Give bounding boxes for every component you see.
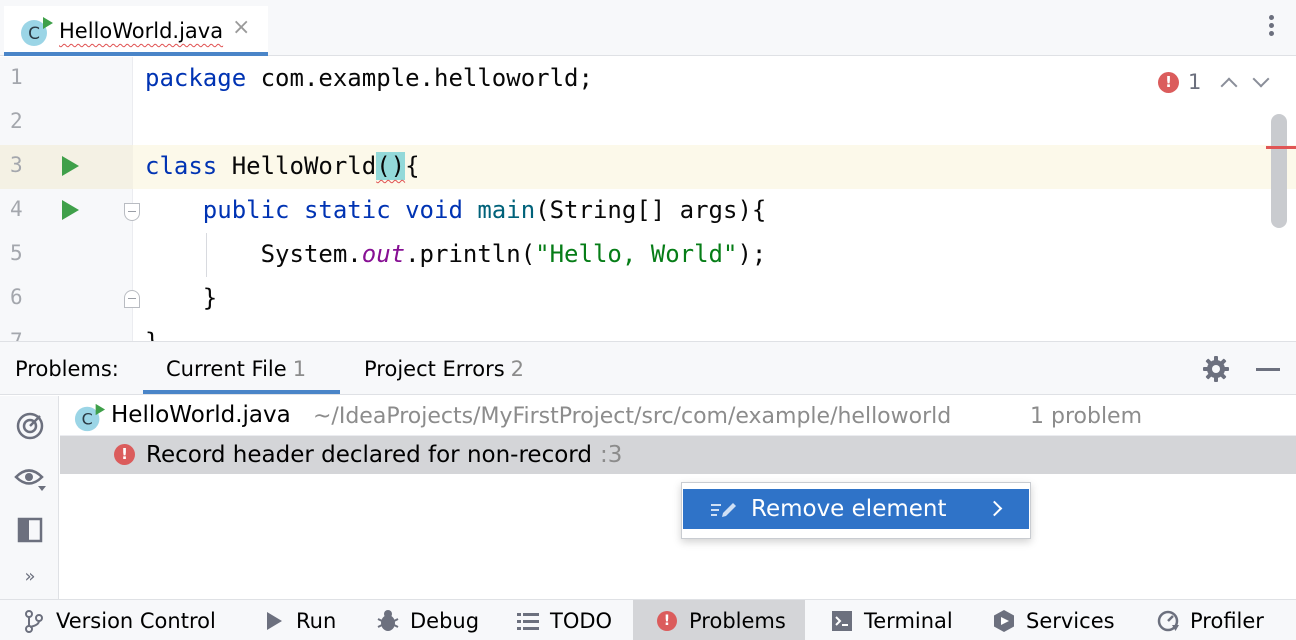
- java-class-icon: C: [20, 15, 54, 53]
- run-gutter-icon[interactable]: [62, 200, 79, 220]
- tool-window-bar: Version Control Run Debug TODO ! Problem…: [0, 599, 1296, 640]
- autoscroll-target-icon[interactable]: [14, 410, 46, 442]
- line-number: 2: [10, 109, 23, 133]
- profiler-button[interactable]: Profiler: [1156, 600, 1264, 640]
- branch-icon: [22, 609, 46, 633]
- terminal-button[interactable]: Terminal: [830, 600, 953, 640]
- code-line-3: class HelloWorld(){: [145, 152, 420, 180]
- problems-side-toolbar: »: [0, 396, 59, 599]
- chevron-down-icon[interactable]: [1252, 70, 1270, 88]
- line-number: 3: [10, 153, 23, 177]
- remove-element-action[interactable]: Remove element: [683, 489, 1029, 529]
- chevron-up-icon[interactable]: [1220, 77, 1238, 95]
- line-number: 1: [10, 65, 23, 89]
- fold-icon[interactable]: [124, 203, 140, 221]
- code-editor[interactable]: 1 2 3 4 5 6 7 package com.example.hellow…: [0, 57, 1296, 341]
- error-icon: !: [655, 609, 679, 633]
- problem-file-row[interactable]: C HelloWorld.java ~/IdeaProjects/MyFirst…: [60, 396, 1296, 436]
- eye-icon[interactable]: [14, 462, 46, 494]
- tab-current-file[interactable]: Current File 1: [166, 357, 306, 381]
- minimize-icon[interactable]: [1256, 368, 1280, 371]
- editor-tab-bar: C HelloWorld.java ×: [0, 0, 1296, 56]
- fold-icon[interactable]: [124, 290, 140, 308]
- play-icon: [262, 609, 286, 633]
- editor-scrollbar[interactable]: [1271, 114, 1287, 228]
- edit-pencil-icon: [711, 501, 737, 519]
- version-control-button[interactable]: Version Control: [22, 600, 216, 640]
- services-button[interactable]: Services: [992, 600, 1115, 640]
- list-icon: [516, 609, 540, 633]
- error-icon: !: [1158, 71, 1179, 93]
- line-number: 6: [10, 285, 23, 309]
- gauge-icon: [1156, 609, 1180, 633]
- double-chevron-right-icon[interactable]: »: [14, 566, 46, 598]
- active-tab-indicator: [143, 390, 340, 394]
- code-line-5: System.out.println("Hello, World");: [260, 240, 767, 268]
- line-number: 5: [10, 241, 23, 265]
- problem-count: 1 problem: [1030, 404, 1143, 429]
- editor-tab-title: HelloWorld.java: [59, 19, 224, 43]
- tab-project-errors[interactable]: Project Errors 2: [364, 357, 524, 381]
- services-icon: [992, 609, 1016, 633]
- error-count: 1: [1188, 70, 1202, 94]
- todo-button[interactable]: TODO: [516, 600, 612, 640]
- code-line-7: }: [145, 328, 159, 341]
- inspection-widget[interactable]: ! 1: [1158, 69, 1270, 95]
- code-line-6: }: [145, 284, 218, 312]
- problem-message: Record header declared for non-record:3: [146, 442, 623, 468]
- bug-icon: [376, 609, 400, 633]
- problem-issue-row[interactable]: ! Record header declared for non-record:…: [60, 436, 1296, 474]
- error-stripe-mark[interactable]: [1266, 146, 1296, 149]
- problems-label: Problems:: [15, 357, 119, 381]
- svg-text:C: C: [82, 410, 93, 429]
- problems-button[interactable]: ! Problems: [633, 600, 805, 640]
- java-class-icon: C: [74, 402, 106, 438]
- debug-button[interactable]: Debug: [376, 600, 479, 640]
- run-button[interactable]: Run: [262, 600, 336, 640]
- more-vertical-icon[interactable]: [1261, 12, 1281, 42]
- error-icon: !: [114, 444, 135, 465]
- line-number: 7: [10, 329, 23, 341]
- gear-icon[interactable]: [1202, 355, 1230, 383]
- terminal-icon: [830, 609, 854, 633]
- close-icon[interactable]: ×: [232, 15, 250, 40]
- problem-file-name: HelloWorld.java: [111, 402, 291, 428]
- error-highlight: (): [376, 152, 406, 180]
- preview-panel-icon[interactable]: [14, 514, 46, 546]
- popup-label: Remove element: [751, 496, 947, 522]
- run-gutter-icon[interactable]: [62, 156, 79, 176]
- code-line-4: public static void main(String[] args){: [202, 196, 767, 224]
- problems-header: Problems: Current File 1 Project Errors 2: [0, 341, 1296, 395]
- line-number: 4: [10, 197, 23, 221]
- code-line-1: package com.example.helloworld;: [145, 64, 593, 92]
- problem-file-path: ~/IdeaProjects/MyFirstProject/src/com/ex…: [313, 404, 952, 429]
- chevron-right-icon: [986, 500, 1003, 517]
- problems-tree: C HelloWorld.java ~/IdeaProjects/MyFirst…: [60, 396, 1296, 599]
- editor-tab-helloworld[interactable]: C HelloWorld.java ×: [4, 6, 268, 56]
- svg-text:C: C: [28, 24, 40, 44]
- quick-fix-popup: Remove element: [681, 482, 1031, 539]
